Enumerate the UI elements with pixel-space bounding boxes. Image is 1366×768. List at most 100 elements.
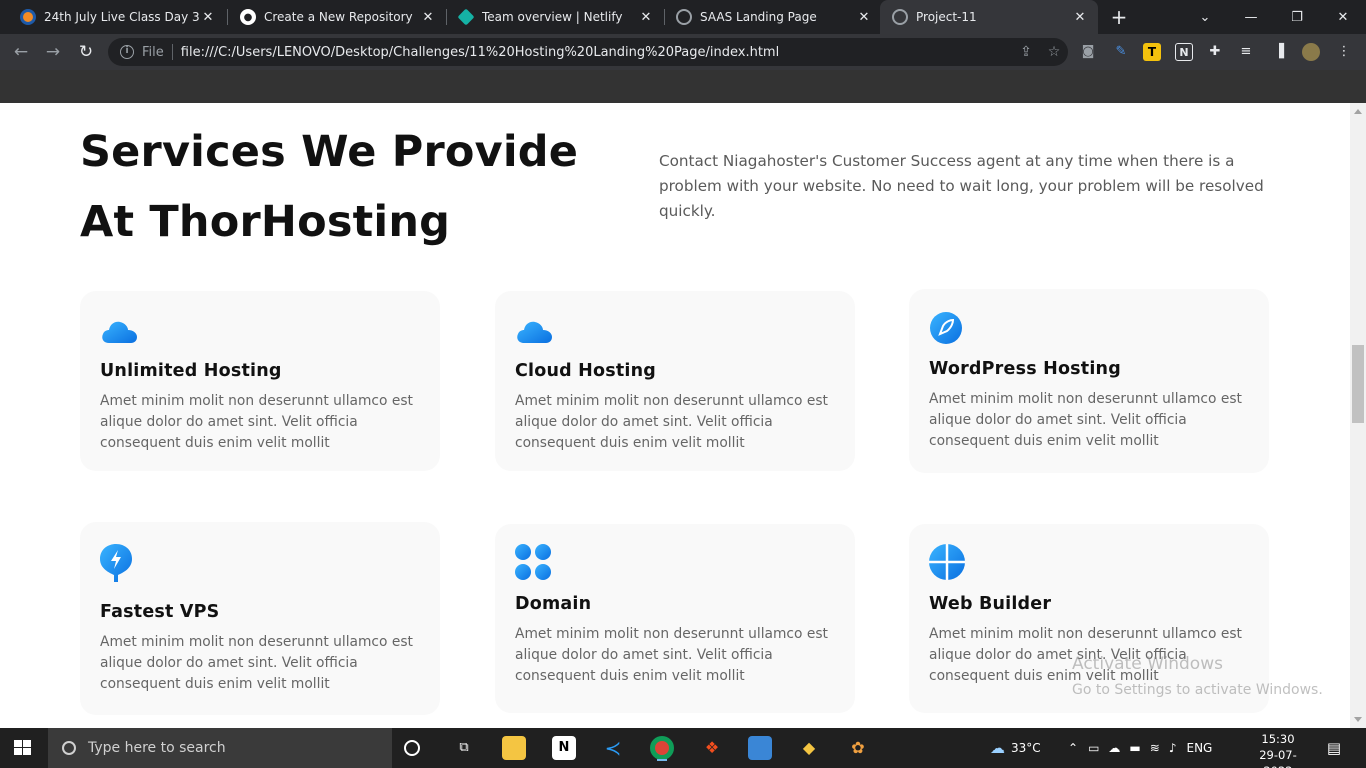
card-body: Amet minim molit non deserunnt ullamco e…	[100, 393, 413, 451]
onedrive-icon[interactable]: ☁	[1108, 741, 1120, 755]
cloud-icon	[515, 311, 553, 349]
card-title: Cloud Hosting	[515, 361, 656, 381]
system-tray: ⌃ ▭ ☁ ▬ ≋ ♪ ENG	[1068, 728, 1212, 768]
info-icon[interactable]: i	[120, 45, 134, 59]
url-text[interactable]: file:///C:/Users/LENOVO/Desktop/Challeng…	[181, 45, 1012, 60]
vscode-icon[interactable]: ≺	[601, 736, 625, 760]
search-icon	[62, 741, 76, 755]
close-icon[interactable]: ✕	[420, 10, 436, 25]
photos-icon[interactable]	[748, 736, 772, 760]
bookmark-star-icon[interactable]: ☆	[1040, 44, 1068, 60]
pen-extension-icon[interactable]: ✎	[1112, 43, 1130, 61]
share-icon[interactable]: ⇪	[1012, 44, 1040, 60]
cortana-icon[interactable]	[404, 740, 420, 756]
figma-icon[interactable]: ❖	[700, 736, 724, 760]
back-button[interactable]: ←	[10, 41, 32, 63]
reload-button[interactable]: ↻	[75, 41, 97, 63]
close-icon[interactable]: ✕	[856, 10, 872, 25]
tab-title: 24th July Live Class Day 3 - F	[44, 10, 200, 24]
notification-icon[interactable]: ▤	[1322, 736, 1346, 760]
activate-windows-watermark: Activate Windows Go to Settings to activ…	[1072, 651, 1323, 703]
page-viewport: Services We Provide At ThorHosting Conta…	[0, 103, 1350, 728]
divider	[171, 44, 173, 60]
weather-widget[interactable]: ☁ 33°C	[990, 728, 1041, 768]
chrome-icon[interactable]	[650, 736, 674, 761]
close-window-button[interactable]: ✕	[1320, 0, 1366, 34]
card-body: Amet minim molit non deserunnt ullamco e…	[929, 391, 1242, 449]
menu-dots-icon[interactable]: ⋮	[1335, 43, 1353, 61]
new-tab-button[interactable]: +	[1108, 6, 1130, 28]
notion-extension-icon[interactable]: N	[1175, 43, 1193, 61]
scroll-thumb[interactable]	[1352, 345, 1364, 423]
orange-circle-icon	[20, 9, 36, 25]
windows-start-icon[interactable]	[14, 740, 32, 756]
language-indicator[interactable]: ENG	[1186, 741, 1212, 755]
notion-icon[interactable]: N	[552, 736, 576, 760]
page-nav-strip	[0, 70, 1366, 103]
search-placeholder: Type here to search	[88, 740, 226, 756]
wifi-icon[interactable]: ≋	[1150, 741, 1160, 755]
service-card-wordpress-hosting[interactable]: WordPress Hosting Amet minim molit non d…	[909, 289, 1269, 473]
close-icon[interactable]: ✕	[638, 10, 654, 25]
reading-list-icon[interactable]: ≡	[1237, 43, 1255, 61]
scheme-label: File	[142, 44, 164, 60]
globe-icon	[892, 9, 908, 25]
tab-1[interactable]: ● Create a New Repository ✕	[228, 0, 446, 34]
card-body: Amet minim molit non deserunnt ullamco e…	[515, 626, 828, 684]
section-heading: Services We Provide At ThorHosting	[80, 127, 579, 247]
git-tool-icon[interactable]: ◆	[797, 736, 821, 760]
service-card-domain[interactable]: Domain Amet minim molit non deserunnt ul…	[495, 524, 855, 713]
page-scrollbar[interactable]	[1350, 103, 1366, 728]
card-title: Fastest VPS	[100, 602, 220, 622]
taskbar-search-box[interactable]: Type here to search	[48, 728, 392, 768]
tab-search-button[interactable]: ⌄	[1182, 0, 1228, 34]
scroll-down-arrow[interactable]	[1354, 717, 1362, 722]
tab-2[interactable]: Team overview | Netlify ✕	[446, 0, 664, 34]
restore-button[interactable]: ❐	[1274, 0, 1320, 34]
browser-toolbar: ← → ↻ i File file:///C:/Users/LENOVO/Des…	[0, 34, 1366, 70]
tab-title: Create a New Repository	[264, 10, 413, 24]
tab-strip: 24th July Live Class Day 3 - F ✕ ● Creat…	[0, 0, 1366, 34]
battery-icon[interactable]: ▬	[1129, 741, 1140, 755]
tab-0[interactable]: 24th July Live Class Day 3 - F ✕	[8, 0, 226, 34]
puzzle-extensions-icon[interactable]: ✚	[1206, 43, 1224, 61]
paint-icon[interactable]: ✿	[846, 736, 870, 760]
section-lead: Contact Niagahoster's Customer Success a…	[659, 152, 1264, 220]
chevron-up-icon[interactable]: ⌃	[1068, 741, 1078, 755]
watermark-subtitle: Go to Settings to activate Windows.	[1072, 682, 1323, 698]
grid-dots-icon	[515, 544, 553, 582]
file-explorer-icon[interactable]	[502, 736, 526, 760]
address-bar[interactable]: i File file:///C:/Users/LENOVO/Desktop/C…	[108, 38, 1068, 66]
volume-icon[interactable]: ♪	[1169, 741, 1177, 755]
card-body: Amet minim molit non deserunnt ullamco e…	[515, 393, 828, 451]
close-icon[interactable]: ✕	[1072, 10, 1088, 25]
close-icon[interactable]: ✕	[200, 10, 216, 25]
forward-button[interactable]: →	[42, 41, 64, 63]
card-title: Domain	[515, 594, 592, 614]
windows-taskbar: Type here to search ⧉ N ≺ ❖ ◆ ✿ ☁ 33°C ⌃…	[0, 728, 1366, 768]
github-icon: ●	[240, 9, 256, 25]
device-icon[interactable]: ▭	[1088, 741, 1099, 755]
clock[interactable]: 15:30 29-07-2022	[1248, 731, 1308, 768]
cloud-icon	[100, 311, 138, 349]
card-title: Web Builder	[929, 594, 1052, 614]
profile-avatar[interactable]	[1302, 43, 1320, 61]
pie-icon	[929, 544, 967, 582]
service-card-cloud-hosting[interactable]: Cloud Hosting Amet minim molit non deser…	[495, 291, 855, 471]
task-view-icon[interactable]: ⧉	[452, 736, 476, 760]
lightning-pin-icon	[100, 542, 138, 586]
clock-date: 29-07-2022	[1259, 748, 1297, 768]
card-body: Amet minim molit non deserunnt ullamco e…	[100, 634, 413, 692]
side-panel-icon[interactable]: ▐	[1270, 43, 1288, 61]
scroll-up-arrow[interactable]	[1354, 109, 1362, 114]
minimize-button[interactable]: —	[1228, 0, 1274, 34]
clock-time: 15:30	[1261, 732, 1295, 746]
tab-4[interactable]: Project-11 ✕	[880, 0, 1098, 34]
netlify-icon	[457, 8, 475, 26]
service-card-fastest-vps[interactable]: Fastest VPS Amet minim molit non deserun…	[80, 522, 440, 715]
camera-icon[interactable]: ◙	[1079, 43, 1097, 61]
tab-title: SAAS Landing Page	[700, 10, 817, 24]
tab-3[interactable]: SAAS Landing Page ✕	[664, 0, 882, 34]
t-extension-icon[interactable]: T	[1143, 43, 1161, 61]
service-card-unlimited-hosting[interactable]: Unlimited Hosting Amet minim molit non d…	[80, 291, 440, 471]
